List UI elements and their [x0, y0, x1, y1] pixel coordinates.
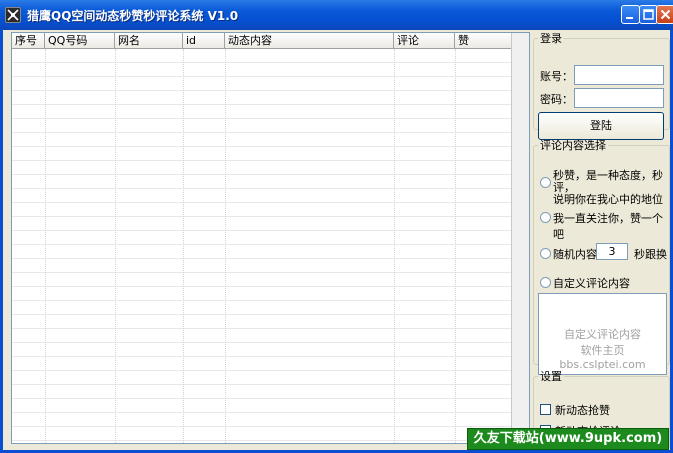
grid-divider — [455, 49, 456, 443]
main-window: 猎鹰QQ空间动态秒赞秒评论系统 V1.0 序号 QQ号码 网名 id 动态内容 … — [0, 0, 673, 453]
grid-body — [12, 49, 512, 443]
new-dynamic-like-checkbox[interactable] — [540, 404, 551, 415]
option1-label[interactable]: 秒赞，是一种态度，秒评， 说明你在我心中的地位 — [553, 170, 669, 206]
minimize-icon — [626, 17, 633, 19]
option1-radio[interactable] — [540, 177, 551, 188]
grid-header: 序号 QQ号码 网名 id 动态内容 评论 赞 — [12, 33, 529, 49]
grid-divider — [394, 49, 395, 443]
login-group: 登录 账号： 密码： 登陆 — [533, 30, 670, 140]
window-title: 猎鹰QQ空间动态秒赞秒评论系统 V1.0 — [27, 9, 239, 23]
app-icon — [5, 7, 21, 23]
password-input[interactable] — [574, 88, 664, 108]
option4-label[interactable]: 自定义评论内容 — [553, 275, 630, 291]
account-label: 账号： — [540, 70, 573, 83]
option4-radio[interactable] — [540, 277, 551, 288]
option1-line1: 秒赞，是一种态度，秒评， — [553, 169, 663, 194]
col-header-like[interactable]: 赞 — [455, 33, 512, 49]
col-header-qq[interactable]: QQ号码 — [45, 33, 115, 49]
custom-placeholder-line1: 自定义评论内容 — [564, 328, 641, 341]
comment-choice-legend: 评论内容选择 — [540, 139, 606, 152]
login-legend: 登录 — [540, 32, 562, 45]
custom-comment-textarea[interactable]: 自定义评论内容 软件主页 bbs.cslptei.com — [538, 293, 667, 375]
col-header-id[interactable]: id — [183, 33, 225, 49]
grid-divider — [183, 49, 184, 443]
close-icon — [660, 9, 671, 20]
minimize-button[interactable] — [621, 5, 640, 24]
custom-placeholder-line2: 软件主页 bbs.cslptei.com — [559, 344, 646, 371]
option2-radio[interactable] — [540, 212, 551, 223]
grid-divider — [115, 49, 116, 443]
new-dynamic-like-label[interactable]: 新动态抢赞 — [555, 402, 610, 418]
col-header-content[interactable]: 动态内容 — [225, 33, 394, 49]
close-button[interactable] — [656, 5, 673, 24]
title-bar[interactable]: 猎鹰QQ空间动态秒赞秒评论系统 V1.0 — [0, 0, 673, 30]
grid-divider — [45, 49, 46, 443]
col-header-nickname[interactable]: 网名 — [115, 33, 183, 49]
dynamic-list-grid[interactable]: 序号 QQ号码 网名 id 动态内容 评论 赞 — [11, 32, 530, 444]
login-button[interactable]: 登陆 — [538, 112, 664, 140]
option1-line2: 说明你在我心中的地位 — [553, 193, 663, 206]
password-label: 密码： — [540, 93, 573, 106]
grid-scroll-gutter — [511, 33, 529, 443]
option3-suffix-label: 秒跟换 — [634, 248, 667, 261]
account-input[interactable] — [574, 65, 664, 85]
site-watermark: 久友下载站(www.9upk.com) — [467, 428, 669, 450]
col-header-index[interactable]: 序号 — [12, 33, 45, 49]
settings-legend: 设置 — [540, 370, 562, 383]
comment-choice-group: 评论内容选择 秒赞，是一种态度，秒评， 说明你在我心中的地位 我一直关注你，赞一… — [533, 137, 670, 375]
random-seconds-input[interactable]: 3 — [596, 243, 628, 260]
option3-prefix-label[interactable]: 随机内容 — [553, 246, 597, 262]
maximize-icon — [643, 9, 654, 20]
option2-label[interactable]: 我一直关注你，赞一个吧 — [553, 210, 669, 242]
grid-divider — [225, 49, 226, 443]
col-header-comment[interactable]: 评论 — [394, 33, 455, 49]
option3-radio[interactable] — [540, 248, 551, 259]
